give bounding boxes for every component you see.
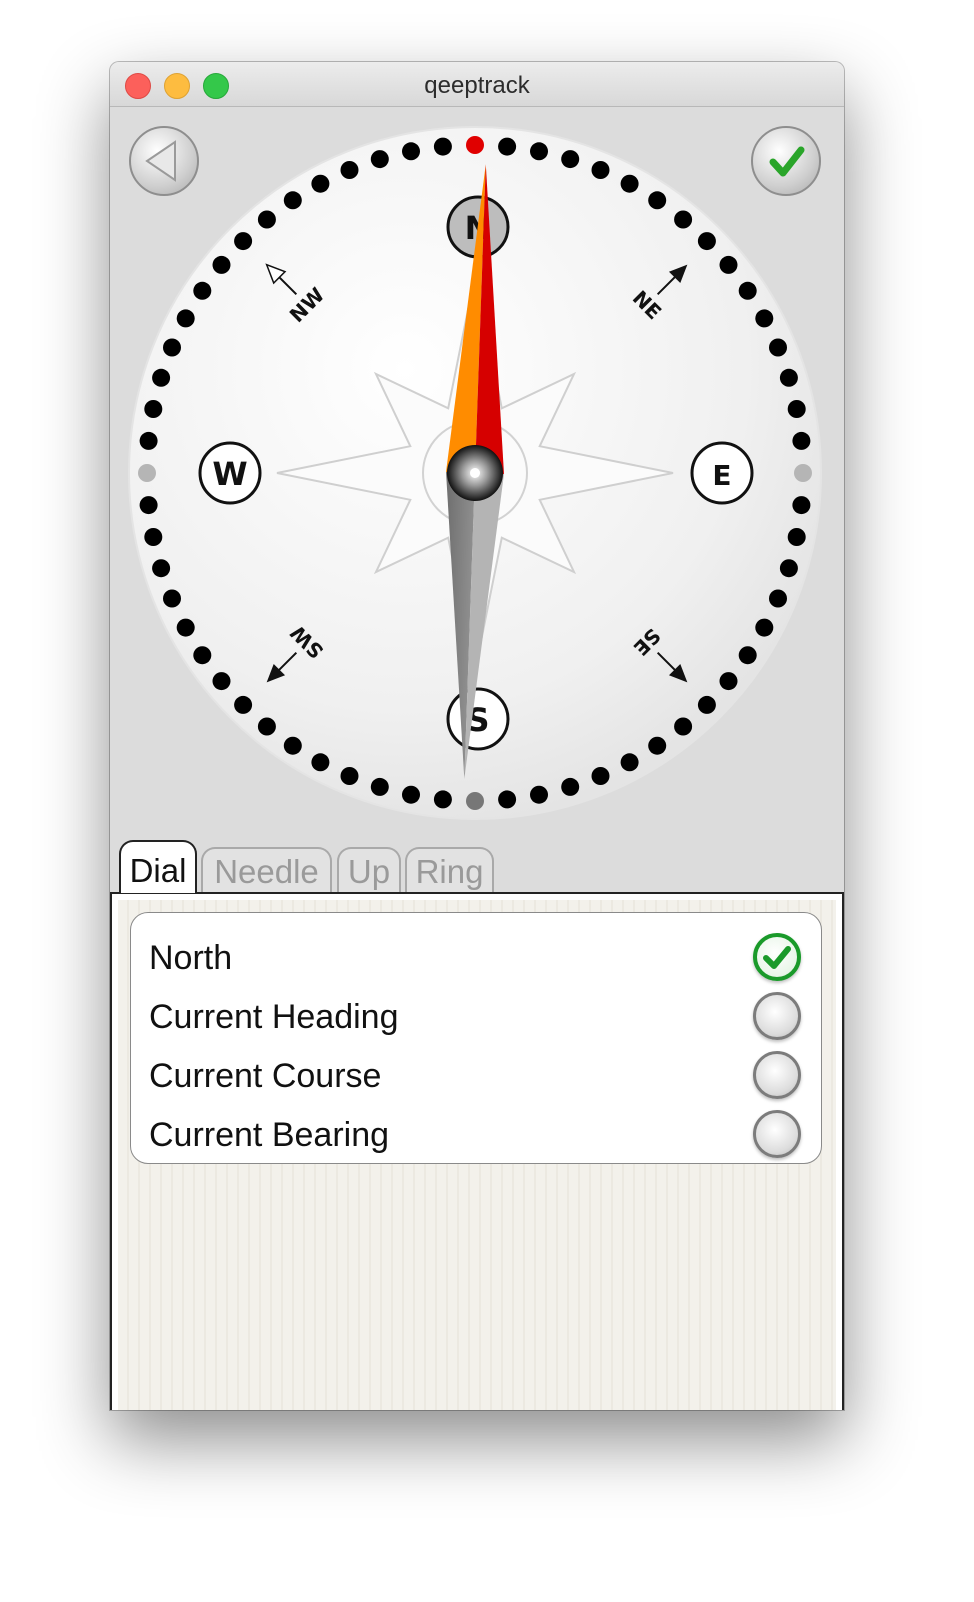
degree-dot [738,281,757,300]
degree-dot [792,496,811,515]
option-current-course[interactable]: Current Course [131,1047,823,1105]
degree-dot [163,589,181,608]
degree-dot [257,717,276,736]
degree-dot [591,161,610,179]
degree-dot [755,309,774,328]
degree-dot [769,589,787,608]
degree-dot [719,255,738,274]
checkmark-icon [769,146,805,177]
svg-text:W: W [212,455,247,493]
compass-area: N S W E NE NW [110,107,844,887]
degree-dot [530,142,548,161]
option-label: Current Course [149,1057,382,1095]
option-current-bearing[interactable]: Current Bearing [131,1106,823,1164]
degree-dot [787,528,806,546]
degree-dot [163,338,181,357]
degree-dot [402,142,420,161]
option-label: Current Heading [149,998,399,1036]
degree-dot [620,174,639,193]
reference-option-list: North Current Heading Current Course Cur… [130,912,822,1164]
compass-dial: N S W E NE NW [128,126,822,820]
radio-current-bearing[interactable] [753,1110,801,1158]
option-current-heading[interactable]: Current Heading [131,988,823,1046]
degree-dot [779,368,798,387]
back-triangle-icon [145,140,176,182]
degree-dot [787,400,806,418]
degree-dot [340,161,359,179]
degree-dot [193,646,212,665]
degree-dot [193,281,212,300]
degree-dot [402,785,420,804]
svg-text:E: E [712,459,731,492]
degree-dot [144,400,163,418]
degree-dot [283,191,302,210]
title-bar: qeeptrack [110,62,844,107]
panel-background: North Current Heading Current Course Cur… [118,900,836,1410]
degree-dot [144,528,163,546]
option-north[interactable]: North [131,929,823,987]
degree-dot [769,338,787,357]
cardinal-e: E [690,441,754,505]
degree-dot [176,618,195,637]
degree-dot [674,717,693,736]
degree-dot [283,736,302,755]
degree-dot [719,672,738,691]
degree-dot [620,753,639,772]
degree-dot [674,210,693,229]
tab-bar: Dial Needle Up Ring [110,840,844,893]
degree-dot [340,767,359,785]
app-window: qeeptrack S W E NE NW SE SW Dial Needle … [110,62,844,1410]
degree-dot [697,695,716,714]
degree-dot [370,777,389,796]
degree-dot [433,790,452,809]
tab-up[interactable]: Up [337,847,401,893]
degree-dot [234,695,253,714]
degree-dot [591,767,610,785]
degree-dot [755,618,774,637]
degree-dot [648,736,667,755]
degree-dot [561,777,580,796]
cardinal-w: W [198,441,262,505]
degree-dot [530,785,548,804]
degree-dot [176,309,195,328]
radio-north[interactable] [753,933,801,981]
degree-dot [138,464,156,482]
cardinal-s: S [446,687,510,751]
degree-dot [498,137,517,156]
option-label: Current Bearing [149,1116,390,1154]
radio-current-course[interactable] [753,1051,801,1099]
option-label: North [149,939,233,977]
tab-ring[interactable]: Ring [405,847,494,893]
green-checkmark-icon [763,946,791,969]
degree-dot [498,790,517,809]
tab-needle[interactable]: Needle [201,847,332,893]
back-button[interactable] [129,126,199,196]
degree-dot [234,232,253,251]
degree-dot [466,136,484,154]
settings-panel: North Current Heading Current Course Cur… [110,892,844,1410]
tab-dial[interactable]: Dial [119,840,197,893]
degree-dot [139,496,158,515]
degree-dot [779,559,798,578]
degree-dot [433,137,452,156]
degree-dot [311,174,330,193]
degree-dot [738,646,757,665]
degree-dot [311,753,330,772]
degree-dot [152,559,171,578]
degree-dot [370,150,389,169]
degree-dot [794,464,812,482]
degree-dot [466,792,484,810]
degree-dot [697,232,716,251]
degree-dot [212,672,231,691]
degree-dot [257,210,276,229]
degree-dot [561,150,580,169]
degree-dot [139,431,158,450]
radio-current-heading[interactable] [753,992,801,1040]
degree-dot [212,255,231,274]
degree-dot [648,191,667,210]
degree-dot [152,368,171,387]
degree-dot [792,431,811,450]
confirm-button[interactable] [751,126,821,196]
window-title: qeeptrack [424,72,530,99]
